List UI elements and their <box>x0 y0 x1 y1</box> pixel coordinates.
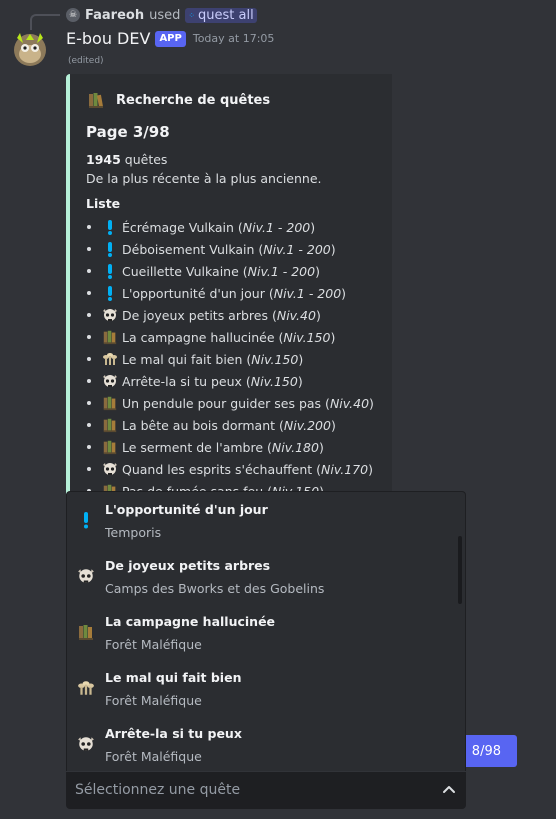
skull-icon <box>102 307 118 323</box>
embed-title: Page 3/98 <box>86 123 170 141</box>
select-option-title: L'opportunité d'un jour <box>105 502 268 517</box>
exclamation-icon <box>102 285 118 301</box>
dropdown-scrollbar[interactable] <box>458 536 462 604</box>
quest-list-item: Le mal qui fait bien (Niv.150) <box>84 348 374 370</box>
message-header: E-bou DEV APP Today at 17:05 <box>66 29 274 48</box>
quest-count: 1945 quêtes <box>86 152 167 167</box>
edited-label: (edited) <box>68 56 104 66</box>
select-option[interactable]: Arrête-la si tu peux Forêt Maléfique <box>67 716 465 771</box>
quest-select-dropdown: L'opportunité d'un jour Temporis De joye… <box>66 491 466 771</box>
bot-name[interactable]: E-bou DEV <box>66 29 150 48</box>
select-option[interactable]: Le mal qui fait bien Forêt Maléfique <box>67 660 465 716</box>
slash-command-mention[interactable]: ⁘ quest all <box>185 7 257 23</box>
select-placeholder: Sélectionnez une quête <box>75 782 241 798</box>
select-option-title: La campagne hallucinée <box>105 614 276 629</box>
list-label: Liste <box>86 196 121 211</box>
mushrooms-icon <box>102 351 118 367</box>
books-icon <box>102 439 118 455</box>
skull-icon <box>77 567 95 585</box>
embed-author: Recherche de quêtes <box>86 90 270 110</box>
quest-list-item: Déboisement Vulkain (Niv.1 - 200) <box>84 238 374 260</box>
select-option[interactable]: De joyeux petits arbres Camps des Bworks… <box>67 548 465 604</box>
quest-list: Écrémage Vulkain (Niv.1 - 200) Déboiseme… <box>84 216 374 494</box>
quest-list-item: Écrémage Vulkain (Niv.1 - 200) <box>84 216 374 238</box>
quest-list-item: Cueillette Vulkaine (Niv.1 - 200) <box>84 260 374 282</box>
embed-author-name: Recherche de quêtes <box>116 92 271 108</box>
bot-avatar[interactable] <box>10 28 50 68</box>
reply-user-avatar[interactable]: ☠ <box>66 8 80 22</box>
skull-icon <box>77 735 95 753</box>
select-option-title: Le mal qui fait bien <box>105 670 242 685</box>
select-option-description: Temporis <box>105 525 162 540</box>
select-option[interactable]: La campagne hallucinée Forêt Maléfique <box>67 604 465 660</box>
quest-list-item: Quand les esprits s'échauffent (Niv.170) <box>84 458 374 480</box>
mushrooms-icon <box>77 679 95 697</box>
command-name: quest all <box>198 7 254 23</box>
exclamation-icon <box>77 511 95 529</box>
books-icon <box>86 90 106 110</box>
select-option-description: Forêt Maléfique <box>105 693 202 708</box>
select-option-title: De joyeux petits arbres <box>105 558 271 573</box>
select-option-description: Forêt Maléfique <box>105 749 202 764</box>
skull-icon <box>102 461 118 477</box>
quest-embed: Recherche de quêtes Page 3/98 1945 quête… <box>66 74 392 494</box>
exclamation-icon <box>102 241 118 257</box>
select-option-title: Arrête-la si tu peux <box>105 726 242 741</box>
quest-count-suffix: quêtes <box>120 152 168 167</box>
books-icon <box>102 395 118 411</box>
select-option-description: Forêt Maléfique <box>105 637 202 652</box>
chevron-up-icon <box>443 786 455 793</box>
quest-list-item: La campagne hallucinée (Niv.150) <box>84 326 374 348</box>
reply-context[interactable]: ☠ Faareoh used ⁘ quest all <box>66 6 257 24</box>
quest-select-input[interactable]: Sélectionnez une quête <box>66 772 466 809</box>
command-icon: ⁘ <box>188 10 196 20</box>
skull-icon <box>102 373 118 389</box>
books-icon <box>77 623 95 641</box>
exclamation-icon <box>102 219 118 235</box>
select-option[interactable]: L'opportunité d'un jour Temporis <box>67 492 465 548</box>
books-icon <box>102 417 118 433</box>
quest-list-item: De joyeux petits arbres (Niv.40) <box>84 304 374 326</box>
books-icon <box>102 329 118 345</box>
quest-list-item: L'opportunité d'un jour (Niv.1 - 200) <box>84 282 374 304</box>
exclamation-icon <box>102 263 118 279</box>
quest-list-item: La bête au bois dormant (Niv.200) <box>84 414 374 436</box>
reply-used-text: used <box>149 7 181 23</box>
select-option-description: Camps des Bworks et des Gobelins <box>105 581 325 596</box>
quest-list-item: Arrête-la si tu peux (Niv.150) <box>84 370 374 392</box>
app-badge: APP <box>155 30 186 47</box>
quest-list-item: Le serment de l'ambre (Niv.180) <box>84 436 374 458</box>
reply-username[interactable]: Faareoh <box>85 8 144 23</box>
sort-order: De la plus récente à la plus ancienne. <box>86 171 322 186</box>
quest-list-item: Un pendule pour guider ses pas (Niv.40) <box>84 392 374 414</box>
message-timestamp[interactable]: Today at 17:05 <box>193 32 275 45</box>
quest-count-number: 1945 <box>86 152 121 167</box>
